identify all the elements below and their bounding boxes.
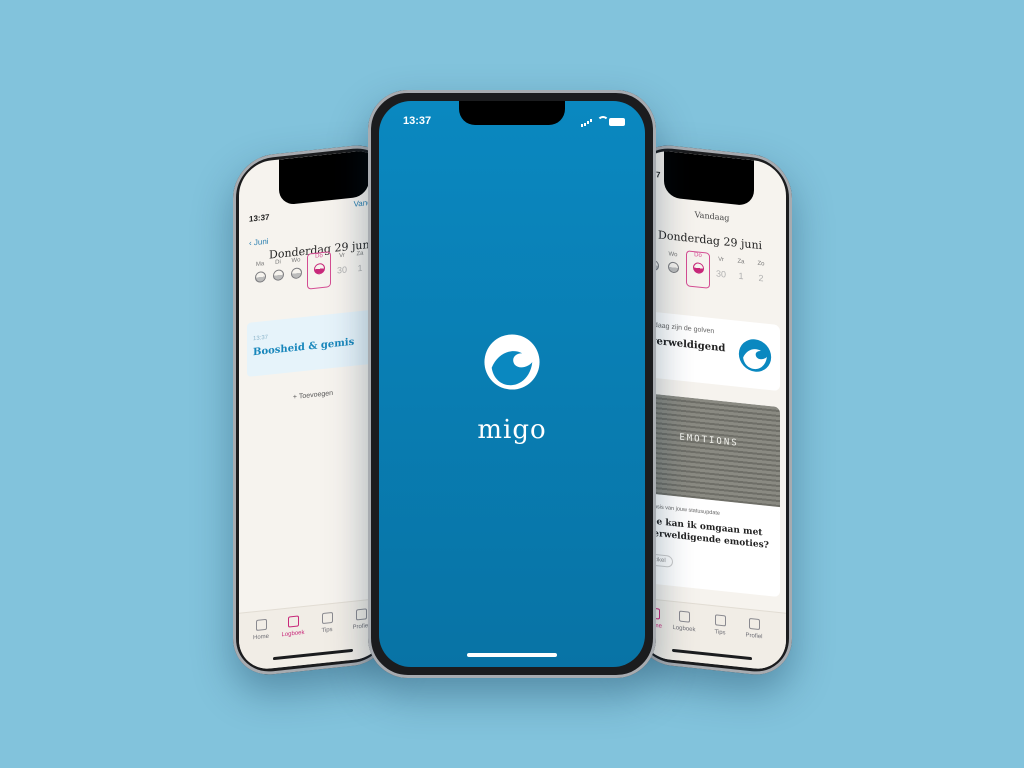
phone-center-splash: 13:37 migo [368, 90, 656, 678]
phone-right-home: 13:37 Vandaag Donderdag 29 juni Di Wo Do… [632, 141, 792, 679]
